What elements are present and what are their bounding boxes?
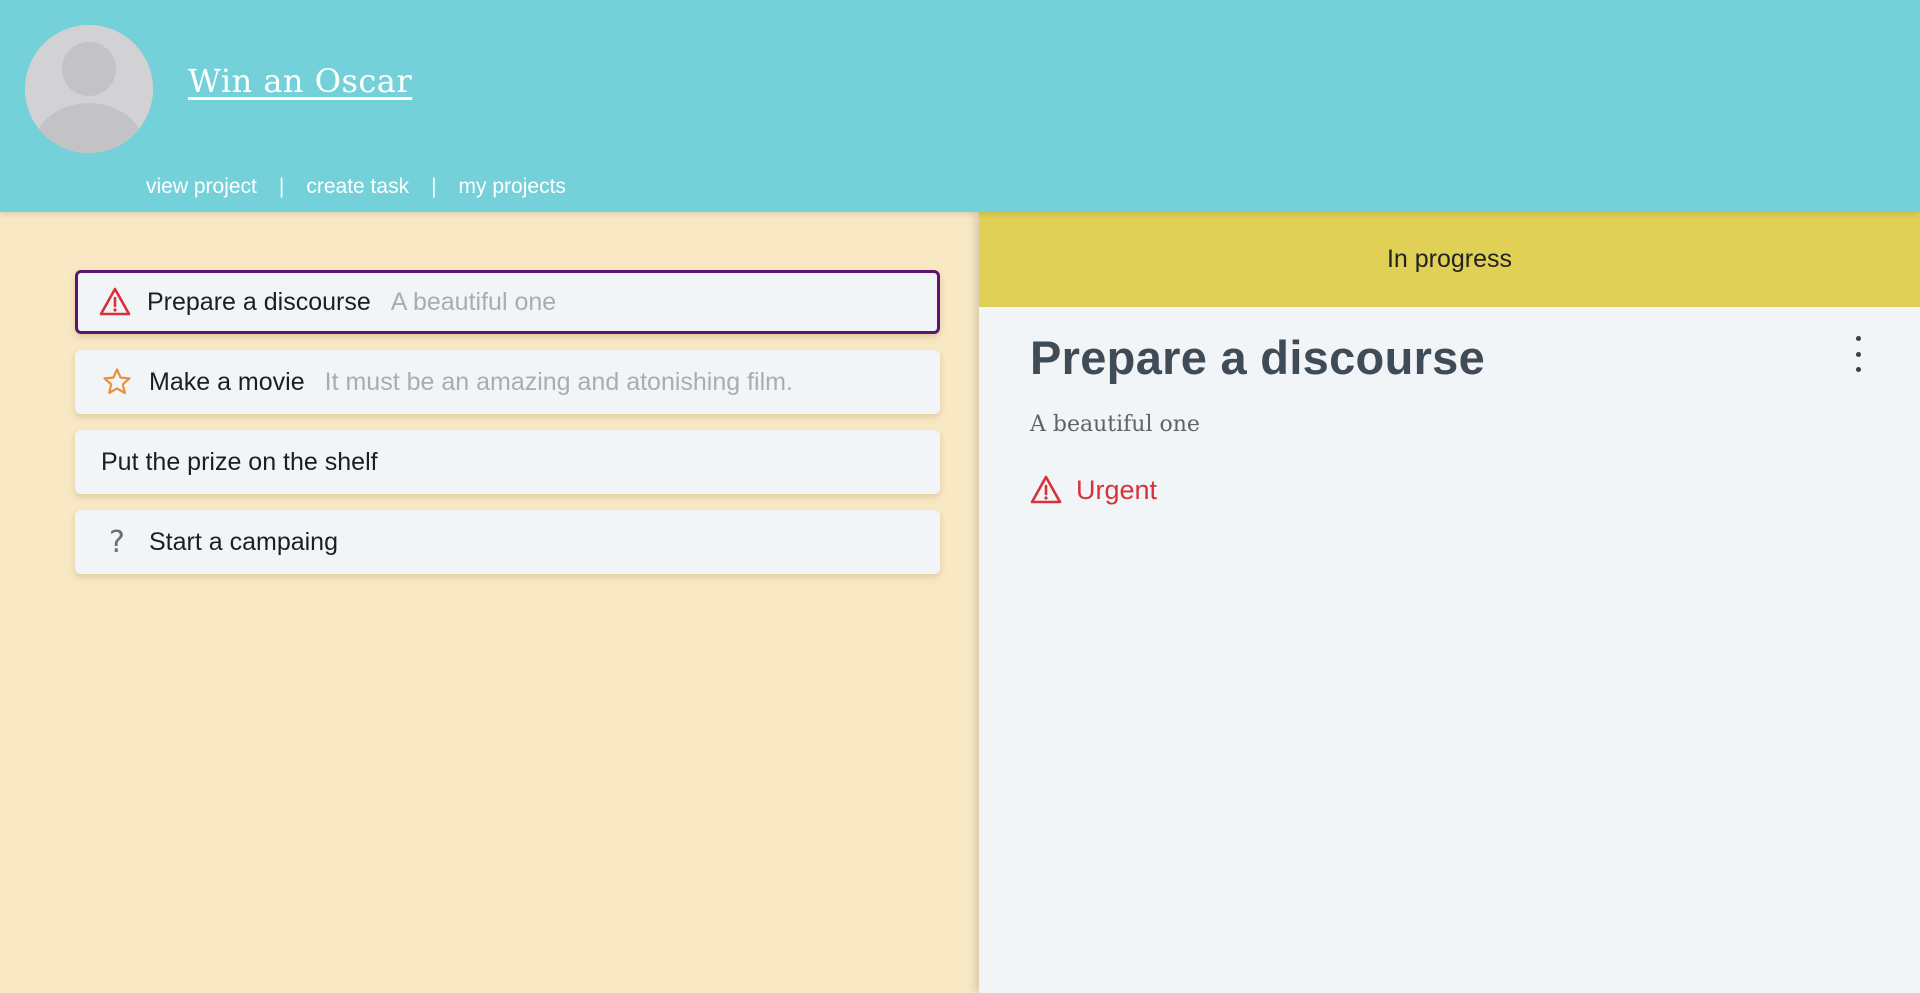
detail-description: A beautiful one	[1030, 412, 1200, 437]
nav-separator: |	[278, 175, 285, 198]
task-card[interactable]: Put the prize on the shelf	[75, 430, 940, 494]
status-bar: In progress	[979, 212, 1920, 307]
task-list: Prepare a discourse A beautiful one Make…	[75, 270, 940, 590]
project-title[interactable]: Win an Oscar	[188, 62, 412, 100]
warning-icon	[1030, 474, 1062, 506]
task-title: Start a campaing	[149, 527, 338, 556]
task-card[interactable]: Make a movie It must be an amazing and a…	[75, 350, 940, 414]
task-detail-panel: In progress Prepare a discourse A beauti…	[979, 212, 1920, 993]
avatar[interactable]	[25, 25, 153, 153]
task-description: It must be an amazing and atonishing fil…	[324, 367, 793, 396]
question-icon: ?	[109, 524, 125, 560]
priority-label: Urgent	[1076, 474, 1158, 505]
header-nav: view project | create task | my projects	[146, 175, 566, 199]
task-card[interactable]: ? Start a campaing	[75, 510, 940, 574]
task-card[interactable]: Prepare a discourse A beautiful one	[75, 270, 940, 334]
status-label: In progress	[1386, 245, 1513, 273]
task-title: Put the prize on the shelf	[101, 447, 378, 476]
task-title: Prepare a discourse	[147, 287, 371, 316]
priority-badge: Urgent	[1030, 474, 1157, 506]
nav-create-task[interactable]: create task	[306, 175, 409, 199]
header: Win an Oscar view project | create task …	[0, 0, 1920, 212]
detail-title: Prepare a discourse	[1030, 331, 1486, 384]
task-description: A beautiful one	[390, 287, 557, 316]
nav-separator: |	[431, 175, 437, 198]
warning-icon	[99, 286, 131, 318]
user-silhouette-icon	[25, 25, 153, 153]
star-icon	[101, 366, 133, 398]
task-title: Make a movie	[149, 367, 305, 396]
nav-view-project[interactable]: view project	[146, 175, 257, 199]
nav-my-projects[interactable]: my projects	[459, 175, 566, 199]
kebab-menu-icon[interactable]	[1848, 336, 1868, 372]
